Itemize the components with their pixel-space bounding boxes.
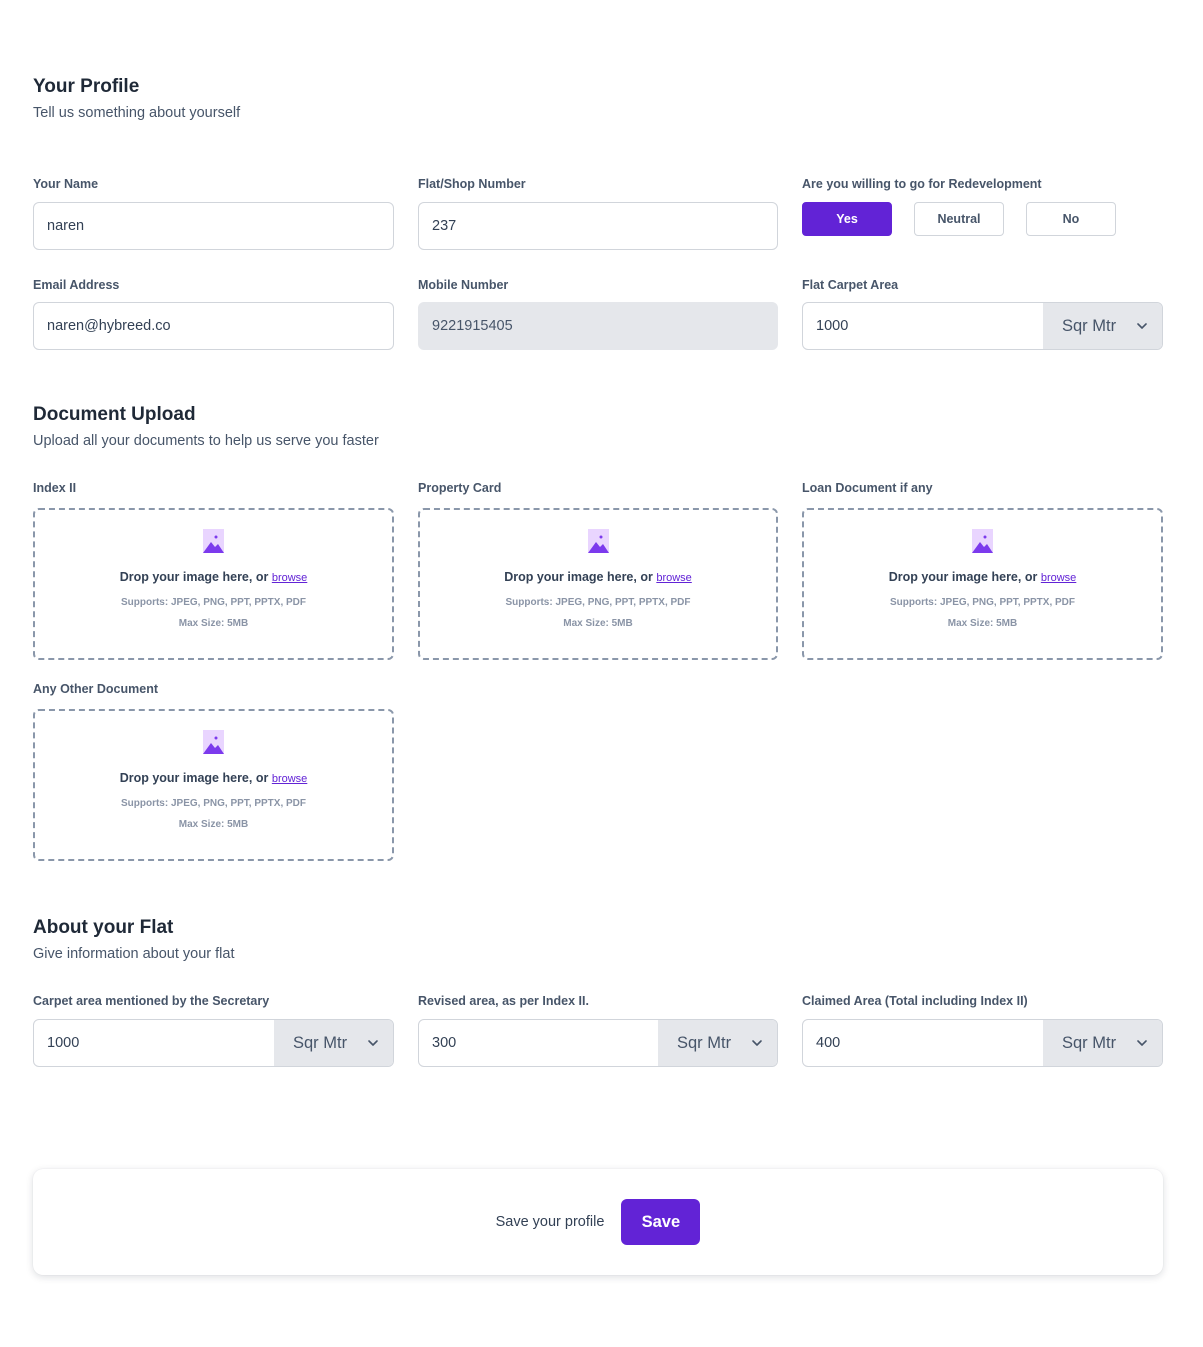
supported-formats: Supports: JPEG, PNG, PPT, PPTX, PDF bbox=[120, 798, 307, 809]
carpet-area-combo: 1000 Sqr Mtr bbox=[802, 302, 1163, 350]
profile-header: Your Profile Tell us something about you… bbox=[33, 76, 240, 121]
drop-text: Drop your image here, or bbox=[119, 570, 269, 584]
redevelopment-field-group: Are you willing to go for Redevelopment … bbox=[802, 177, 1163, 250]
document-upload-other: Any Other Document Drop your image here,… bbox=[33, 682, 394, 861]
image-icon bbox=[203, 730, 224, 754]
max-size: Max Size: 5MB bbox=[947, 618, 1018, 629]
carpet-area-input[interactable]: 1000 bbox=[803, 303, 1043, 349]
claimed-area-label: Claimed Area (Total including Index II) bbox=[802, 994, 1028, 1008]
mobile-input: 9221915405 bbox=[418, 302, 778, 350]
name-input[interactable]: naren bbox=[33, 202, 394, 250]
revised-area-unit-select[interactable]: Sqr Mtr bbox=[658, 1020, 777, 1066]
claimed-area-input[interactable]: 400 bbox=[803, 1020, 1043, 1066]
flat-number-label: Flat/Shop Number bbox=[418, 177, 526, 191]
revised-area-input[interactable]: 300 bbox=[419, 1020, 658, 1066]
claimed-area-unit-select[interactable]: Sqr Mtr bbox=[1043, 1020, 1162, 1066]
carpet-area-label: Flat Carpet Area bbox=[802, 278, 899, 292]
max-size: Max Size: 5MB bbox=[178, 819, 249, 830]
documents-title: Document Upload bbox=[33, 404, 196, 425]
secretary-area-group: Carpet area mentioned by the Secretary 1… bbox=[33, 994, 394, 1067]
document-label: Property Card bbox=[418, 481, 502, 495]
dropzone-text: Drop your image here, or browse bbox=[120, 771, 308, 785]
browse-link[interactable]: browse bbox=[272, 773, 307, 785]
documents-header: Document Upload Upload all your document… bbox=[33, 404, 379, 449]
image-icon bbox=[972, 529, 993, 553]
dropzone[interactable]: Drop your image here, or browse Supports… bbox=[33, 709, 394, 861]
flat-field-group: Flat/Shop Number 237 bbox=[418, 177, 778, 250]
supported-formats: Supports: JPEG, PNG, PPT, PPTX, PDF bbox=[120, 597, 307, 608]
dropzone-text: Drop your image here, or browse bbox=[120, 570, 308, 584]
max-size: Max Size: 5MB bbox=[563, 618, 633, 629]
dropzone[interactable]: Drop your image here, or browse Supports… bbox=[802, 508, 1163, 660]
redevelopment-toggle: Yes Neutral No bbox=[802, 202, 1163, 236]
documents-row-1: Index II Drop your image here, or browse… bbox=[33, 481, 1163, 660]
chevron-down-icon bbox=[752, 1040, 762, 1046]
profile-title: Your Profile bbox=[33, 76, 140, 97]
claimed-area-group: Claimed Area (Total including Index II) … bbox=[802, 994, 1163, 1067]
carpet-area-unit-select[interactable]: Sqr Mtr bbox=[1043, 303, 1162, 349]
mobile-field-group: Mobile Number 9221915405 bbox=[418, 278, 778, 350]
document-upload-property-card: Property Card Drop your image here, or b… bbox=[418, 481, 778, 660]
browse-link[interactable]: browse bbox=[1041, 572, 1076, 584]
email-field-group: Email Address naren@hybreed.co bbox=[33, 278, 394, 350]
revised-area-group: Revised area, as per Index II. 300 Sqr M… bbox=[418, 994, 778, 1067]
save-card: Save your profile Save bbox=[33, 1169, 1163, 1275]
email-label: Email Address bbox=[33, 278, 120, 292]
mobile-label: Mobile Number bbox=[418, 278, 509, 292]
drop-text: Drop your image here, or bbox=[888, 570, 1038, 584]
unit-label: Sqr Mtr bbox=[1062, 316, 1117, 335]
dropzone-text: Drop your image here, or browse bbox=[504, 570, 692, 584]
profile-subtitle: Tell us something about yourself bbox=[33, 105, 241, 121]
dropzone[interactable]: Drop your image here, or browse Supports… bbox=[418, 508, 778, 660]
browse-link[interactable]: browse bbox=[656, 572, 691, 584]
document-label: Index II bbox=[33, 481, 77, 495]
email-input[interactable]: naren@hybreed.co bbox=[33, 302, 394, 350]
revised-area-label: Revised area, as per Index II. bbox=[418, 994, 589, 1008]
supported-formats: Supports: JPEG, PNG, PPT, PPTX, PDF bbox=[889, 597, 1076, 608]
flat-header: About your Flat Give information about y… bbox=[33, 917, 235, 962]
redevelopment-label: Are you willing to go for Redevelopment bbox=[802, 177, 1042, 191]
claimed-area-combo: 400 Sqr Mtr bbox=[802, 1019, 1163, 1067]
image-icon bbox=[587, 529, 609, 553]
unit-label: Sqr Mtr bbox=[677, 1033, 732, 1052]
profile-row-1: Your Name naren Flat/Shop Number 237 Are… bbox=[33, 177, 1163, 250]
max-size: Max Size: 5MB bbox=[178, 618, 249, 629]
chevron-down-icon bbox=[368, 1040, 378, 1046]
drop-text: Drop your image here, or bbox=[504, 570, 653, 584]
flat-number-input[interactable]: 237 bbox=[418, 202, 778, 250]
document-upload-loan: Loan Document if any Drop your image her… bbox=[802, 481, 1163, 660]
chevron-down-icon bbox=[1137, 1040, 1147, 1046]
revised-area-combo: 300 Sqr Mtr bbox=[418, 1019, 778, 1067]
redevelopment-yes-button[interactable]: Yes bbox=[802, 202, 892, 236]
flat-subtitle: Give information about your flat bbox=[33, 946, 235, 962]
secretary-area-input[interactable]: 1000 bbox=[34, 1020, 274, 1066]
flat-row: Carpet area mentioned by the Secretary 1… bbox=[33, 994, 1163, 1067]
carpet-field-group: Flat Carpet Area 1000 Sqr Mtr bbox=[802, 278, 1163, 350]
documents-subtitle: Upload all your documents to help us ser… bbox=[33, 433, 379, 449]
document-upload-index2: Index II Drop your image here, or browse… bbox=[33, 481, 394, 660]
browse-link[interactable]: browse bbox=[272, 572, 307, 584]
chevron-down-icon bbox=[1137, 323, 1147, 329]
document-label: Any Other Document bbox=[33, 682, 159, 696]
documents-row-2: Any Other Document Drop your image here,… bbox=[33, 682, 1163, 861]
name-label: Your Name bbox=[33, 177, 99, 191]
redevelopment-no-button[interactable]: No bbox=[1026, 202, 1116, 236]
document-label: Loan Document if any bbox=[802, 481, 933, 495]
drop-text: Drop your image here, or bbox=[119, 771, 269, 785]
unit-label: Sqr Mtr bbox=[1062, 1033, 1117, 1052]
image-icon bbox=[203, 529, 224, 553]
save-prompt: Save your profile bbox=[495, 1214, 605, 1230]
secretary-area-combo: 1000 Sqr Mtr bbox=[33, 1019, 394, 1067]
save-button[interactable]: Save bbox=[621, 1199, 701, 1245]
name-field-group: Your Name naren bbox=[33, 177, 394, 250]
dropzone[interactable]: Drop your image here, or browse Supports… bbox=[33, 508, 394, 660]
supported-formats: Supports: JPEG, PNG, PPT, PPTX, PDF bbox=[505, 597, 691, 608]
flat-title: About your Flat bbox=[33, 917, 174, 938]
redevelopment-neutral-button[interactable]: Neutral bbox=[914, 202, 1004, 236]
profile-row-2: Email Address naren@hybreed.co Mobile Nu… bbox=[33, 278, 1163, 350]
dropzone-text: Drop your image here, or browse bbox=[889, 570, 1077, 584]
secretary-area-unit-select[interactable]: Sqr Mtr bbox=[274, 1020, 393, 1066]
secretary-area-label: Carpet area mentioned by the Secretary bbox=[33, 994, 270, 1008]
unit-label: Sqr Mtr bbox=[293, 1033, 348, 1052]
